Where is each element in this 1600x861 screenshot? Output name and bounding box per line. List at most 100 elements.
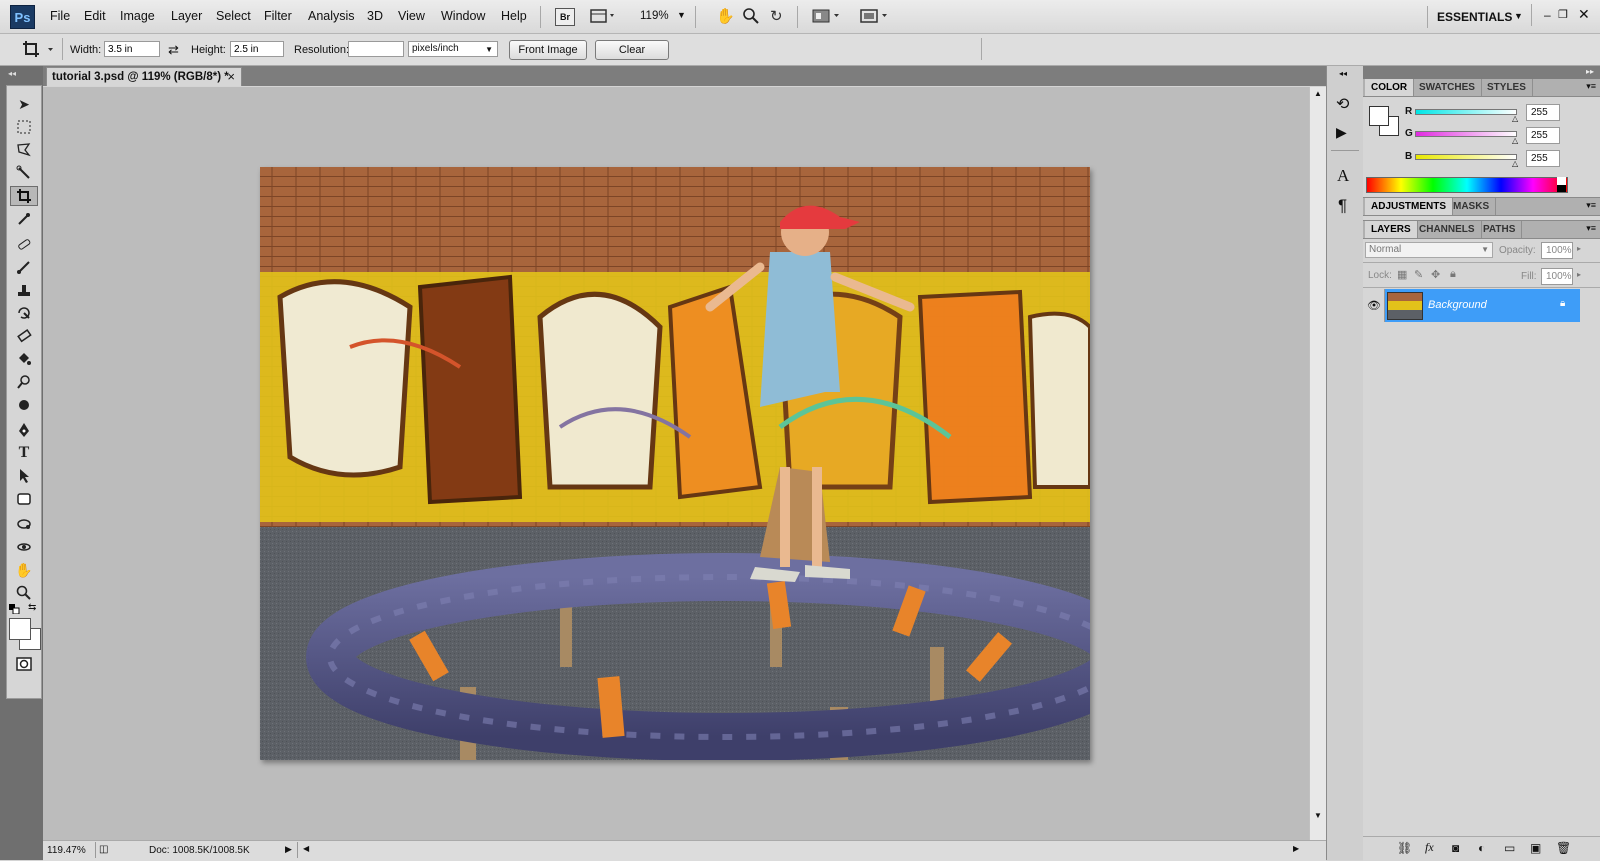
lock-transparent-icon[interactable]: ▦ bbox=[1397, 268, 1407, 281]
collapse-icon[interactable]: ◂◂ bbox=[8, 69, 16, 78]
panel-menu-icon[interactable]: ▾≡ bbox=[1586, 200, 1596, 211]
eye-icon[interactable]: 👁︎ bbox=[1364, 289, 1385, 322]
3d-rotate-tool-icon[interactable] bbox=[10, 514, 38, 534]
quick-selection-tool-icon[interactable] bbox=[10, 163, 38, 183]
type-tool-icon[interactable]: T bbox=[10, 443, 38, 463]
scroll-left-icon[interactable]: ◀ bbox=[303, 844, 309, 853]
crop-tool-icon[interactable] bbox=[10, 186, 38, 206]
brush-tool-icon[interactable] bbox=[10, 257, 38, 277]
path-selection-tool-icon[interactable] bbox=[10, 466, 38, 486]
marquee-tool-icon[interactable] bbox=[10, 117, 38, 137]
channel-g-value[interactable]: 255 bbox=[1526, 127, 1560, 144]
quick-mask-icon[interactable] bbox=[10, 654, 38, 674]
lock-position-icon[interactable]: ✥ bbox=[1431, 268, 1440, 281]
blend-mode-select[interactable]: Normal ▼ bbox=[1365, 242, 1493, 258]
document-canvas[interactable] bbox=[260, 167, 1090, 760]
resolution-units-select[interactable]: pixels/inch ▼ bbox=[408, 41, 498, 57]
fill-value[interactable]: 100% bbox=[1541, 268, 1573, 285]
vertical-scrollbar[interactable]: ▲ ▼ bbox=[1309, 87, 1327, 840]
lasso-tool-icon[interactable] bbox=[10, 140, 38, 160]
eyedropper-tool-icon[interactable] bbox=[10, 209, 38, 229]
expand-icon[interactable]: ▸▸ bbox=[1586, 67, 1594, 76]
tab-color[interactable]: COLOR bbox=[1365, 79, 1415, 96]
blur-tool-icon[interactable] bbox=[10, 395, 38, 415]
clone-stamp-tool-icon[interactable] bbox=[10, 280, 38, 300]
channel-r-slider[interactable] bbox=[1415, 109, 1517, 115]
channel-r-value[interactable]: 255 bbox=[1526, 104, 1560, 121]
history-brush-tool-icon[interactable] bbox=[10, 303, 38, 323]
zoom-level[interactable]: 119% bbox=[640, 10, 669, 22]
spectrum-white-swatch[interactable] bbox=[1557, 177, 1566, 185]
new-layer-icon[interactable]: ▣ bbox=[1530, 841, 1541, 855]
menu-view[interactable]: View bbox=[398, 9, 425, 23]
layer-name[interactable]: Background bbox=[1428, 299, 1487, 311]
channel-b-value[interactable]: 255 bbox=[1526, 150, 1560, 167]
bridge-button[interactable]: Br bbox=[555, 8, 575, 26]
3d-orbit-tool-icon[interactable] bbox=[10, 537, 38, 557]
tab-paths[interactable]: PATHS bbox=[1477, 221, 1523, 238]
menu-edit[interactable]: Edit bbox=[84, 9, 106, 23]
slider-handle-icon[interactable]: △ bbox=[1512, 136, 1518, 145]
fill-arrow-icon[interactable]: ▸ bbox=[1577, 270, 1581, 279]
tab-layers[interactable]: LAYERS bbox=[1365, 221, 1418, 238]
default-colors-icon[interactable] bbox=[9, 604, 21, 617]
front-image-button[interactable]: Front Image bbox=[509, 40, 587, 60]
zoom-tool-icon[interactable] bbox=[10, 583, 38, 603]
menu-analysis[interactable]: Analysis bbox=[308, 9, 355, 23]
menu-window[interactable]: Window bbox=[441, 9, 485, 23]
menu-file[interactable]: File bbox=[50, 9, 70, 23]
opacity-value[interactable]: 100% bbox=[1541, 242, 1573, 259]
move-tool-icon[interactable]: ➤ bbox=[10, 94, 38, 114]
character-panel-icon[interactable]: A bbox=[1337, 166, 1349, 186]
chevron-down-icon[interactable]: ▼ bbox=[677, 10, 686, 20]
channel-b-slider[interactable] bbox=[1415, 154, 1517, 160]
layer-row[interactable]: Background 🔒︎ bbox=[1385, 289, 1580, 322]
status-menu-arrow-icon[interactable]: ▶ bbox=[285, 844, 292, 855]
scroll-right-icon[interactable]: ▶ bbox=[1293, 844, 1299, 853]
resolution-input[interactable] bbox=[348, 41, 404, 57]
hand-icon[interactable]: ✋ bbox=[716, 7, 735, 25]
foreground-color-swatch[interactable] bbox=[9, 618, 31, 640]
scroll-down-icon[interactable]: ▼ bbox=[1314, 811, 1322, 820]
dodge-tool-icon[interactable] bbox=[10, 372, 38, 392]
height-input[interactable] bbox=[230, 41, 284, 57]
menu-3d[interactable]: 3D bbox=[367, 9, 383, 23]
color-foreground-swatch[interactable] bbox=[1369, 106, 1389, 126]
status-zoom[interactable]: 119.47% bbox=[47, 845, 86, 856]
slider-handle-icon[interactable]: △ bbox=[1512, 114, 1518, 123]
close-icon[interactable]: ✕ bbox=[1578, 6, 1590, 23]
restore-icon[interactable]: ❐ bbox=[1558, 8, 1568, 21]
link-layers-icon[interactable]: ⛓︎ bbox=[1397, 841, 1412, 855]
rotate-view-icon[interactable]: ↻ bbox=[770, 7, 783, 25]
tab-masks[interactable]: MASKS bbox=[1447, 198, 1497, 215]
layer-mask-icon[interactable]: ◙ bbox=[1452, 841, 1459, 855]
swap-colors-icon[interactable]: ⇆ bbox=[28, 602, 36, 613]
pen-tool-icon[interactable] bbox=[10, 420, 38, 440]
status-icon[interactable]: ◫ bbox=[99, 844, 108, 855]
tab-styles[interactable]: STYLES bbox=[1481, 79, 1533, 96]
swap-dimensions-icon[interactable]: ⇄ bbox=[168, 42, 179, 58]
adjustment-layer-icon[interactable]: ◐ bbox=[1478, 841, 1485, 855]
channel-g-slider[interactable] bbox=[1415, 131, 1517, 137]
tab-channels[interactable]: CHANNELS bbox=[1413, 221, 1482, 238]
workspace-switcher[interactable]: ESSENTIALS bbox=[1437, 10, 1512, 24]
menu-help[interactable]: Help bbox=[501, 9, 527, 23]
menu-select[interactable]: Select bbox=[216, 9, 251, 23]
paint-bucket-tool-icon[interactable] bbox=[10, 349, 38, 369]
minimize-icon[interactable]: – bbox=[1544, 8, 1551, 22]
width-input[interactable] bbox=[104, 41, 160, 57]
healing-brush-tool-icon[interactable] bbox=[10, 234, 38, 254]
panel-menu-icon[interactable]: ▾≡ bbox=[1586, 81, 1596, 92]
clear-button[interactable]: Clear bbox=[595, 40, 669, 60]
zoom-icon[interactable] bbox=[743, 7, 759, 25]
paragraph-panel-icon[interactable]: ¶ bbox=[1338, 196, 1347, 216]
lock-all-icon[interactable]: 🔒︎ bbox=[1450, 268, 1456, 281]
collapse-icon[interactable]: ◂◂ bbox=[1339, 69, 1347, 78]
eraser-tool-icon[interactable] bbox=[10, 326, 38, 346]
menu-filter[interactable]: Filter bbox=[264, 9, 292, 23]
slider-handle-icon[interactable]: △ bbox=[1512, 159, 1518, 168]
layer-style-icon[interactable]: fx bbox=[1425, 840, 1434, 855]
opacity-arrow-icon[interactable]: ▸ bbox=[1577, 244, 1581, 253]
document-tab[interactable]: tutorial 3.psd @ 119% (RGB/8*) * × bbox=[46, 67, 242, 86]
delete-layer-icon[interactable]: 🗑︎ bbox=[1556, 841, 1571, 855]
